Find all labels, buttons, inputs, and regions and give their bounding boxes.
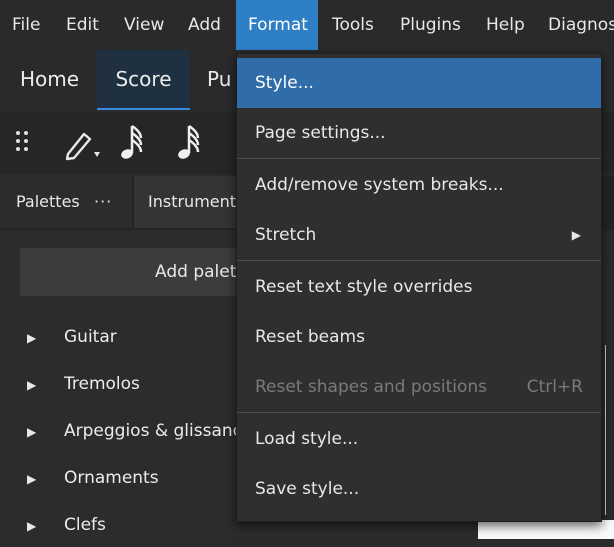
palette-label: Tremolos [64, 374, 140, 394]
tab-publish[interactable]: Pu [207, 50, 231, 108]
tab-instruments[interactable]: Instrument [134, 176, 236, 228]
menu-item-label: Add/remove system breaks... [255, 175, 504, 195]
expand-arrow-icon: ▶ [27, 378, 37, 392]
menu-separator [237, 158, 601, 159]
menu-item-label: Save style... [255, 479, 360, 499]
tab-palettes[interactable]: Palettes ··· [0, 176, 132, 228]
menu-item-save-style[interactable]: Save style... [237, 464, 601, 514]
sixteenth-note-icon[interactable] [119, 122, 149, 166]
format-menu: Style... Page settings... Add/remove sys… [236, 53, 602, 522]
menu-item-system-breaks[interactable]: Add/remove system breaks... [237, 160, 601, 210]
menu-separator [237, 260, 601, 261]
expand-arrow-icon: ▶ [27, 425, 37, 439]
menu-item-label: Load style... [255, 429, 359, 449]
pencil-icon[interactable] [62, 126, 102, 166]
menu-help[interactable]: Help [486, 0, 525, 50]
palette-label: Guitar [64, 327, 117, 347]
tab-home[interactable]: Home [20, 50, 79, 108]
menu-separator [237, 412, 601, 413]
shortcut-label: Ctrl+R [526, 377, 583, 397]
menu-item-reset-beams[interactable]: Reset beams [237, 312, 601, 362]
menu-item-style[interactable]: Style... [237, 58, 601, 108]
menu-edit[interactable]: Edit [66, 0, 99, 50]
expand-arrow-icon: ▶ [27, 519, 37, 533]
menu-item-label: Style... [255, 73, 314, 93]
tab-score[interactable]: Score [97, 50, 190, 110]
expand-arrow-icon: ▶ [27, 472, 37, 486]
menu-file[interactable]: File [12, 0, 40, 50]
submenu-arrow-icon: ▶ [571, 228, 581, 242]
add-palettes-label: Add palet [155, 262, 237, 282]
menu-bar: File Edit View Add Format Tools Plugins … [0, 0, 614, 50]
more-options-icon[interactable]: ··· [94, 176, 112, 228]
instruments-tab-label: Instrument [148, 192, 237, 211]
menu-item-reset-text-style[interactable]: Reset text style overrides [237, 262, 601, 312]
menu-item-stretch[interactable]: Stretch ▶ [237, 210, 601, 260]
menu-view[interactable]: View [124, 0, 164, 50]
menu-item-label: Reset beams [255, 327, 365, 347]
palette-label: Clefs [64, 515, 106, 535]
menu-tools[interactable]: Tools [332, 0, 374, 50]
expand-arrow-icon: ▶ [27, 331, 37, 345]
menu-item-label: Stretch [255, 225, 317, 245]
menu-item-label: Reset text style overrides [255, 277, 473, 297]
menu-add[interactable]: Add [188, 0, 221, 50]
menu-format[interactable]: Format [236, 0, 318, 50]
menu-item-reset-shapes: Reset shapes and positions Ctrl+R [237, 362, 601, 412]
drag-handle-icon[interactable] [14, 128, 30, 158]
page-edge [605, 345, 606, 515]
menu-plugins[interactable]: Plugins [400, 0, 461, 50]
palette-label: Arpeggios & glissanc [64, 421, 242, 441]
palette-label: Ornaments [64, 468, 159, 488]
score-page[interactable] [478, 520, 614, 539]
menu-item-label: Page settings... [255, 123, 386, 143]
menu-item-label: Reset shapes and positions [255, 377, 488, 397]
palettes-tab-label: Palettes [16, 192, 80, 211]
menu-diagnostic[interactable]: Diagnos [548, 0, 614, 50]
sixteenth-note-icon[interactable] [176, 122, 206, 166]
menu-item-page-settings[interactable]: Page settings... [237, 108, 601, 158]
menu-item-load-style[interactable]: Load style... [237, 414, 601, 464]
add-palettes-button[interactable]: Add palet [20, 248, 250, 296]
